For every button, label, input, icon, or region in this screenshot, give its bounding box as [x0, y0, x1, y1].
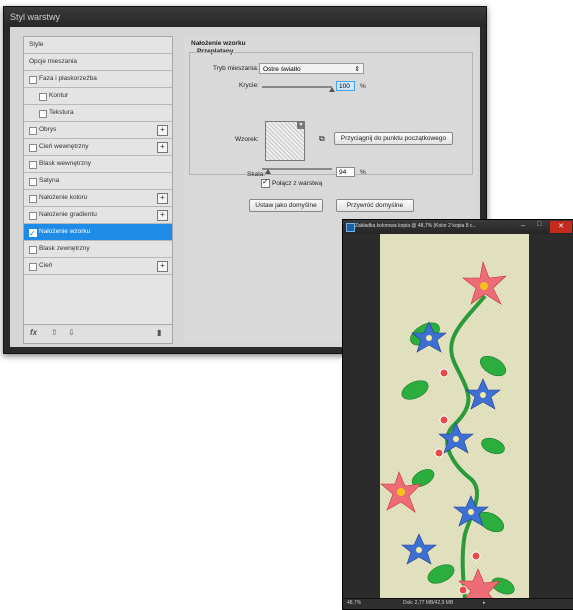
close-icon[interactable]: ✕ — [550, 221, 572, 233]
style-item[interactable]: ✓ Nałożenie wzorku — [24, 224, 172, 241]
status-arrow-icon[interactable]: ▸ — [483, 600, 486, 606]
chevron-updown-icon: ⇕ — [354, 66, 360, 73]
document-canvas[interactable] — [343, 234, 573, 600]
document-titlebar: Zakładka kolorowa kopia @ 48,7% (Kolor 2… — [343, 220, 573, 234]
style-item-label: Nałożenie wzorku — [39, 228, 91, 235]
styles-list-footer: fx ⇧ ⇩ ▮ — [24, 324, 172, 343]
style-item-checkbox[interactable] — [29, 144, 37, 152]
style-item[interactable]: Tekstura — [24, 105, 172, 122]
section-title: Nałożenie wzorku — [191, 40, 246, 47]
style-item-label: Nałożenie koloru — [39, 194, 88, 201]
style-item-label: Style — [29, 41, 44, 48]
style-item-label: Kontur — [49, 92, 69, 99]
style-item-checkbox[interactable] — [29, 212, 37, 220]
opacity-label: Krycie: — [239, 82, 259, 89]
reset-default-button[interactable]: Przywróć domyślne — [336, 199, 414, 212]
snap-to-origin-button[interactable]: Przyciągnij do punktu początkowego — [334, 132, 453, 145]
link-label: Połącz z warstwą — [272, 180, 323, 187]
new-preset-icon[interactable]: ⧉ — [319, 134, 325, 144]
opacity-unit: % — [360, 83, 366, 90]
blend-mode-value: Ostre światło — [263, 66, 301, 73]
style-item[interactable]: Nałożenie gradientu + — [24, 207, 172, 224]
zoom-level[interactable]: 48,7% — [347, 600, 361, 606]
link-checkbox[interactable]: ✓ — [261, 177, 270, 188]
style-item-label: Obrys — [39, 126, 57, 133]
style-item-label: Cień wewnętrzny — [39, 143, 89, 150]
style-item[interactable]: Nałożenie koloru + — [24, 190, 172, 207]
dialog-title: Styl warstwy — [4, 7, 486, 27]
style-item-label: Nałożenie gradientu — [39, 211, 97, 218]
scale-unit: % — [360, 169, 366, 176]
opacity-slider[interactable] — [262, 86, 332, 88]
style-item-checkbox[interactable]: ✓ — [29, 229, 37, 238]
opacity-slider-thumb[interactable] — [329, 87, 335, 92]
style-item-checkbox[interactable] — [39, 93, 47, 101]
style-item[interactable]: Style — [24, 37, 172, 54]
style-item-checkbox[interactable] — [29, 263, 37, 271]
maximize-icon[interactable]: □ — [537, 221, 541, 228]
style-item[interactable]: Satyna — [24, 173, 172, 190]
style-item[interactable]: Blask zewnętrzny — [24, 241, 172, 258]
document-statusbar: 48,7% Dok: 2,77 MB/42,9 MB ▸ — [343, 598, 573, 609]
style-item[interactable]: Obrys + — [24, 122, 172, 139]
checkmark-icon: ✓ — [262, 177, 269, 186]
style-item-checkbox[interactable] — [29, 178, 37, 186]
style-item-checkbox[interactable] — [29, 246, 37, 254]
opacity-input[interactable]: 100 — [336, 81, 355, 91]
trash-icon[interactable]: ▮ — [157, 328, 161, 337]
arrow-up-icon[interactable]: ⇧ — [51, 328, 58, 337]
scale-slider-thumb[interactable] — [265, 169, 272, 174]
style-item-label: Blask wewnętrzny — [39, 160, 92, 167]
style-item[interactable]: Kontur — [24, 88, 172, 105]
arrow-down-icon[interactable]: ⇩ — [68, 328, 75, 337]
add-effect-icon[interactable]: + — [157, 193, 168, 204]
document-info: Dok: 2,77 MB/42,9 MB — [403, 600, 454, 606]
pattern-label: Wzorek: — [235, 136, 259, 143]
style-item-checkbox[interactable] — [29, 195, 37, 203]
style-item-label: Opcje mieszania — [29, 58, 78, 65]
blend-mode-label: Tryb mieszania: — [213, 65, 259, 72]
ps-app-icon — [346, 223, 355, 232]
minimize-icon[interactable]: – — [521, 221, 525, 230]
document-window: Zakładka kolorowa kopia @ 48,7% (Kolor 2… — [342, 219, 573, 610]
document-title: Zakładka kolorowa kopia @ 48,7% (Kolor 2… — [355, 223, 477, 229]
style-item-label: Cień — [39, 262, 53, 269]
style-item[interactable]: Blask wewnętrzny — [24, 156, 172, 173]
style-item[interactable]: Faza i płaskorzeźba — [24, 71, 172, 88]
style-item-label: Faza i płaskorzeźba — [39, 75, 97, 82]
pattern-swatch[interactable]: ▾ — [265, 121, 305, 161]
style-item-label: Blask zewnętrzny — [39, 245, 90, 252]
style-item[interactable]: Cień wewnętrzny + — [24, 139, 172, 156]
scale-input[interactable]: 94 — [336, 167, 355, 177]
add-effect-icon[interactable]: + — [157, 210, 168, 221]
add-effect-icon[interactable]: + — [157, 125, 168, 136]
style-item[interactable]: Cień + — [24, 258, 172, 275]
style-item-label: Satyna — [39, 177, 60, 184]
bookmark-background — [380, 234, 529, 599]
scale-slider[interactable] — [262, 168, 332, 170]
style-item-checkbox[interactable] — [29, 127, 37, 135]
styles-list: Style Opcje mieszania Faza i płaskorzeźba K… — [23, 36, 173, 344]
style-item-checkbox[interactable] — [29, 76, 37, 84]
add-effect-icon[interactable]: + — [157, 142, 168, 153]
bookmark-artwork — [380, 234, 529, 600]
blend-mode-select[interactable]: Ostre światło ⇕ — [259, 63, 364, 74]
make-default-button[interactable]: Ustaw jako domyślne — [249, 199, 323, 212]
add-effect-icon[interactable]: + — [157, 261, 168, 272]
style-item-label: Tekstura — [49, 109, 74, 116]
pattern-dropdown-icon[interactable]: ▾ — [297, 121, 305, 129]
style-item-checkbox[interactable] — [29, 161, 37, 169]
style-item[interactable]: Opcje mieszania — [24, 54, 172, 71]
style-item-checkbox[interactable] — [39, 110, 47, 118]
fx-icon[interactable]: fx — [30, 328, 37, 337]
